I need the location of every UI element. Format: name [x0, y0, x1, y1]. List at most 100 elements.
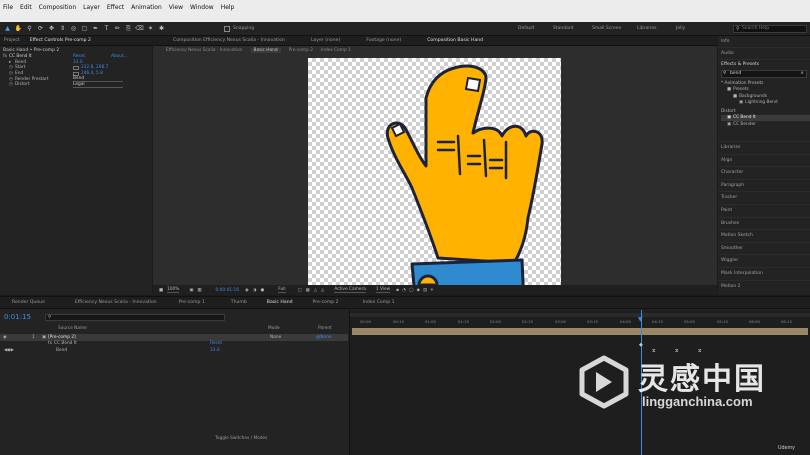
tree-lightning-bend[interactable]: ▣ Lightning Bend [721, 100, 810, 107]
current-timecode[interactable]: 0:01:15 [4, 313, 31, 321]
workspace-default[interactable]: Default [518, 26, 534, 31]
brush-icon[interactable]: ✏ [113, 24, 122, 33]
fast-preview-icon[interactable]: ◆ [417, 288, 420, 293]
effect-reset-button[interactable]: Reset [73, 54, 111, 59]
timeline-icon[interactable]: ▤ [423, 288, 427, 293]
layer-name[interactable]: [Pre-comp 2] [48, 335, 270, 340]
work-area-bar[interactable] [350, 313, 810, 317]
col-mode[interactable]: Mode [268, 326, 280, 331]
clone-icon[interactable]: ⎘ [124, 24, 133, 33]
pan-icon[interactable]: ✥ [47, 24, 56, 33]
menu-file[interactable]: File [3, 4, 13, 11]
menu-view[interactable]: View [169, 4, 183, 11]
tab-efficiency[interactable]: Efficiency Nexus Scalia - Innovation [75, 300, 157, 305]
visibility-icon[interactable]: ◉ [0, 335, 32, 340]
timeline-search-input[interactable]: ⚲ [45, 313, 225, 321]
arrow-icon[interactable]: ▲ [3, 24, 12, 33]
workspace-jelly[interactable]: Jelly [676, 26, 685, 31]
panel-motion-2[interactable]: Motion 2 [718, 279, 810, 293]
tab-index-comp-1[interactable]: Index Comp 1 [363, 300, 395, 305]
snapshot-icon[interactable]: ◉ [245, 288, 249, 293]
clear-search-icon[interactable]: × [800, 71, 804, 77]
hand-icon[interactable]: ✋ [14, 24, 23, 33]
layer-mode-dropdown[interactable]: None [270, 335, 316, 340]
panel-character[interactable]: Character [718, 166, 810, 179]
nav-pre-comp-2[interactable]: Pre-comp 2 [289, 48, 313, 53]
always-preview-icon[interactable]: ■ [159, 288, 163, 293]
menu-composition[interactable]: Composition [39, 4, 76, 11]
playhead-handle[interactable]: ▼ [638, 317, 645, 323]
tab-render-queue[interactable]: Render Queue [12, 300, 45, 305]
tab-pre-comp-2[interactable]: Pre-comp 2 [313, 300, 339, 305]
roto-icon[interactable]: ✶ [146, 24, 155, 33]
puppet-icon[interactable]: ✱ [157, 24, 166, 33]
reset-exposure-icon[interactable]: ◔ [402, 288, 406, 293]
tab-comp-basic-hand[interactable]: Composition Basic Hand [427, 38, 483, 43]
panel-effects-presets[interactable]: Effects & Presets [718, 59, 810, 69]
tab-project[interactable]: Project [4, 38, 20, 43]
exposure-icon[interactable]: ☀ [430, 288, 434, 293]
keyframe-nav-icon[interactable]: ◀◆▶ [0, 348, 56, 353]
layer-parent-dropdown[interactable]: @None [316, 335, 332, 340]
workspace-libraries[interactable]: Libraries [637, 26, 656, 31]
zoom-icon[interactable]: ⚲ [25, 24, 34, 33]
color-icon[interactable]: ● [260, 288, 264, 293]
type-icon[interactable]: T [102, 24, 111, 33]
tab-layer[interactable]: Layer (none) [311, 38, 340, 43]
layer-property-value[interactable]: 33.0 [210, 348, 220, 353]
motion-blur-icon[interactable]: ◬ [321, 288, 324, 293]
tree-cc-bender[interactable]: ▣ CC Bender [721, 121, 810, 128]
crosshair-icon[interactable] [73, 65, 79, 70]
panel-paragraph[interactable]: Paragraph [718, 178, 810, 192]
panel-smoother[interactable]: Smoother [718, 241, 810, 255]
rect-mask-icon[interactable]: ▢ [80, 24, 89, 33]
workspace-standard[interactable]: Standard [553, 26, 573, 31]
flowchart-icon[interactable]: ◯ [409, 288, 414, 293]
roi-icon[interactable]: □ [298, 288, 302, 293]
tab-comp-efficiency[interactable]: Composition Efficiency Nexus Scalia - In… [173, 38, 285, 43]
camera-dropdown[interactable]: Active Camera [334, 287, 366, 293]
menu-edit[interactable]: Edit [20, 4, 32, 11]
panel-motion-sketch[interactable]: Motion Sketch [718, 229, 810, 242]
panel-libraries[interactable]: Libraries [718, 141, 810, 154]
resolution-dropdown[interactable]: Full [278, 287, 286, 293]
distort-dropdown[interactable]: Legal [73, 82, 123, 88]
layer-row[interactable]: ◉ 1 ▣ [Pre-comp 2] None @None [0, 334, 348, 341]
effects-search-input[interactable]: ⚲ bend × [721, 70, 807, 78]
snapping-checkbox[interactable] [224, 25, 230, 32]
tab-thumb[interactable]: Thumb [231, 300, 247, 305]
time-graph[interactable]: ▼ ◆ ⧖ ⧖ ⧖ 灵感中国 lingganchina.com Udemy [349, 310, 810, 455]
effect-about-button[interactable]: About... [111, 54, 128, 59]
dolly-icon[interactable]: ⇕ [58, 24, 67, 33]
layer-property-row[interactable]: ◀◆▶ Bend 33.0 [0, 347, 348, 354]
eraser-icon[interactable]: ⌫ [135, 24, 144, 33]
pan-behind-icon[interactable]: ◎ [69, 24, 78, 33]
views-dropdown[interactable]: 1 View [375, 287, 391, 293]
stopwatch-icon[interactable]: ◷ [3, 77, 15, 82]
search-help-input[interactable]: ⚲ Search Help [733, 25, 807, 33]
layer-effect-reset[interactable]: Reset [210, 341, 222, 346]
tab-footage[interactable]: Footage (none) [366, 38, 401, 43]
keyframe-icon[interactable]: ◆ [639, 342, 643, 348]
stopwatch-icon[interactable]: ◷ [3, 65, 15, 70]
panel-mask-interpolation[interactable]: Mask Interpolation [718, 266, 810, 280]
param-start-value[interactable]: 212.8, 208.7 [81, 65, 108, 70]
menu-window[interactable]: Window [190, 4, 214, 11]
menu-help[interactable]: Help [221, 4, 235, 11]
nav-efficiency[interactable]: Efficiency Nexus Scalia - Innovation [166, 48, 243, 53]
toggle-switches-modes[interactable]: Toggle Switches / Modes [215, 436, 267, 441]
draft-3d-icon[interactable]: △ [314, 288, 317, 293]
nav-index-comp[interactable]: Index Comp 1 [321, 48, 351, 53]
menu-effect[interactable]: Effect [107, 4, 124, 11]
panel-wiggler[interactable]: Wiggler [718, 254, 810, 267]
menu-layer[interactable]: Layer [83, 4, 100, 11]
comp-canvas[interactable] [308, 58, 561, 310]
pen-icon[interactable]: ✒ [91, 24, 100, 33]
grid-icon[interactable]: ▦ [197, 288, 201, 293]
panel-tracker[interactable]: Tracker [718, 191, 810, 204]
workspace-small-screen[interactable]: Small Screen [592, 26, 621, 31]
tab-effect-controls[interactable]: Effect Controls Pre-comp 2 [30, 38, 91, 43]
show-channel-icon[interactable]: ◑ [253, 288, 257, 293]
fit-icon[interactable]: ▣ [189, 288, 193, 293]
expand-arrow-icon[interactable]: ▸ [3, 60, 15, 65]
